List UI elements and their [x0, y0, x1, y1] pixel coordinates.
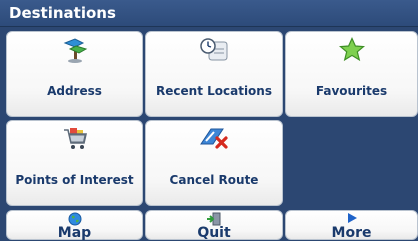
cancel-route-label: Cancel Route [169, 173, 259, 187]
points-of-interest-button[interactable]: Points of Interest [6, 120, 143, 206]
more-label: More [331, 225, 372, 241]
cancel-route-button[interactable]: Cancel Route [145, 120, 283, 206]
quit-label: Quit [197, 225, 231, 241]
play-arrow-icon [286, 212, 417, 226]
exit-door-icon [146, 212, 282, 226]
window-title: Destinations [0, 0, 418, 27]
address-label: Address [47, 84, 102, 98]
recent-locations-label: Recent Locations [156, 84, 272, 98]
favourites-label: Favourites [315, 84, 388, 98]
star-icon [286, 37, 417, 63]
more-button[interactable]: More [285, 210, 418, 241]
signpost-icon [7, 37, 142, 63]
cancel-route-icon [146, 126, 282, 152]
clock-scroll-icon [146, 37, 282, 63]
favourites-button[interactable]: Favourites [285, 31, 418, 117]
map-label: Map [57, 225, 92, 241]
recent-locations-button[interactable]: Recent Locations [145, 31, 283, 117]
address-button[interactable]: Address [6, 31, 143, 117]
globe-icon [7, 212, 142, 226]
quit-button[interactable]: Quit [145, 210, 283, 241]
map-button[interactable]: Map [6, 210, 143, 241]
points-of-interest-label: Points of Interest [15, 173, 134, 187]
shopping-cart-icon [7, 126, 142, 152]
